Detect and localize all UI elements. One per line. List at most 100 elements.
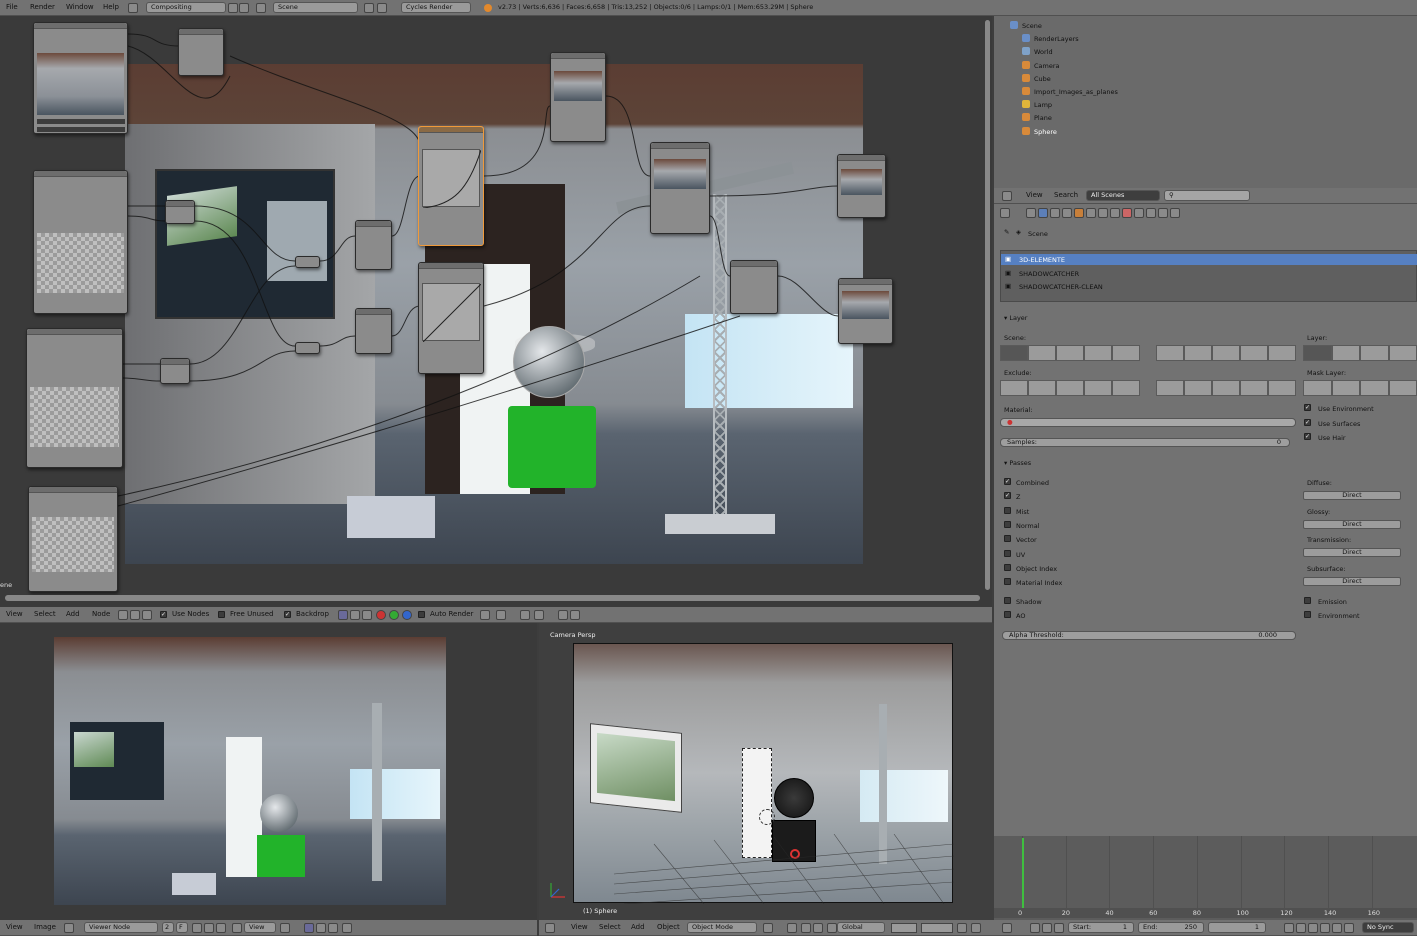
orientation-select[interactable]: Global xyxy=(837,922,885,933)
ao-checkbox[interactable] xyxy=(1004,611,1011,618)
screen-layout-select[interactable]: Compositing xyxy=(146,2,226,13)
timeline-editor-icon[interactable] xyxy=(1002,923,1012,933)
render-layer-item-shadowcatcher-clean[interactable]: ▣ SHADOWCATCHER-CLEAN xyxy=(1001,281,1417,292)
end-frame-field[interactable]: End: 250 xyxy=(1138,922,1204,933)
pass-direct-button[interactable]: Direct xyxy=(1303,519,1401,529)
render-layer-item-shadowcatcher[interactable]: ▣ SHADOWCATCHER xyxy=(1001,268,1417,279)
image-browse-icon[interactable] xyxy=(64,923,74,933)
physics-tab-icon[interactable] xyxy=(1158,208,1168,218)
manipulator-icon[interactable] xyxy=(801,923,811,933)
outliner-item[interactable]: Camera xyxy=(994,59,1417,71)
viewer-node-1[interactable] xyxy=(550,52,606,142)
compositing-nodes-icon[interactable] xyxy=(130,610,140,620)
environment-checkbox[interactable] xyxy=(1304,611,1311,618)
rgb-curves-node-2[interactable] xyxy=(418,262,484,374)
outliner-item[interactable]: Cube xyxy=(994,72,1417,84)
area-corner-icon[interactable] xyxy=(527,639,535,647)
pass-checkbox[interactable] xyxy=(1004,549,1011,557)
outliner-item[interactable]: RenderLayers xyxy=(994,32,1417,44)
outliner-item[interactable]: Import_Images_as_planes xyxy=(994,85,1417,97)
menu-help[interactable]: Help xyxy=(103,3,119,11)
copy-icon[interactable] xyxy=(496,610,506,620)
viewport-menu-object[interactable]: Object xyxy=(657,923,680,931)
play-reverse-icon[interactable] xyxy=(1308,923,1318,933)
alpha-display-icon[interactable] xyxy=(316,923,326,933)
use-hair-checkbox[interactable]: ✓ xyxy=(1304,433,1311,440)
open-image-icon[interactable] xyxy=(204,923,214,933)
world-tab-icon[interactable] xyxy=(1062,208,1072,218)
mode-select[interactable]: Object Mode xyxy=(687,922,757,933)
scene-layer-grid-2[interactable] xyxy=(1156,345,1296,361)
outliner-display-mode[interactable]: All Scenes xyxy=(1086,190,1160,201)
prev-key-icon[interactable] xyxy=(1296,923,1306,933)
outliner-item[interactable]: Lamp xyxy=(994,98,1417,110)
image-node-backplate[interactable] xyxy=(33,22,128,134)
exclude-grid-2[interactable] xyxy=(1156,380,1296,396)
pass-checkbox[interactable] xyxy=(1004,578,1011,586)
node-editor[interactable]: ene xyxy=(0,16,992,607)
translate-icon[interactable] xyxy=(813,923,823,933)
blue-channel-icon[interactable] xyxy=(402,610,412,620)
menu-file[interactable]: File xyxy=(6,3,18,11)
pass-direct-button[interactable]: Direct xyxy=(1303,491,1401,500)
outliner-item[interactable]: Sphere xyxy=(994,125,1417,137)
layer-section-header[interactable]: ▾ Layer xyxy=(1004,314,1027,322)
play-icon[interactable] xyxy=(1320,923,1330,933)
outliner-menu-view[interactable]: View xyxy=(1026,191,1043,199)
pass-checkbox[interactable] xyxy=(1004,563,1011,571)
texture-tab-icon[interactable] xyxy=(1134,208,1144,218)
outliner-item[interactable]: Scene xyxy=(994,19,1417,31)
image-menu-image[interactable]: Image xyxy=(34,923,56,931)
layer-buttons-2[interactable] xyxy=(921,923,953,933)
render-layer-list[interactable]: ▣ 3D-ELEMENTE ▣ SHADOWCATCHER ▣ SHADOWCA… xyxy=(1000,250,1417,302)
snap-icon[interactable] xyxy=(480,610,490,620)
render-layer-item-3d-elemente[interactable]: ▣ 3D-ELEMENTE xyxy=(1001,254,1417,265)
mix-node-2[interactable] xyxy=(355,308,392,354)
layer-buttons-1[interactable] xyxy=(891,923,917,933)
screen-layout-icon[interactable] xyxy=(128,3,138,13)
current-frame-indicator[interactable] xyxy=(1022,838,1024,908)
keying-icon[interactable] xyxy=(1030,923,1040,933)
render-layers-node-3[interactable] xyxy=(28,486,118,592)
alpha-icon[interactable] xyxy=(350,610,360,620)
pass-checkbox[interactable] xyxy=(1004,535,1011,543)
pivot-point-icon[interactable] xyxy=(787,923,797,933)
reroute-node-1[interactable] xyxy=(165,200,195,224)
viewport-menu-select[interactable]: Select xyxy=(599,923,621,931)
menu-window[interactable]: Window xyxy=(66,3,94,11)
render-engine-select[interactable]: Cycles Render xyxy=(401,2,471,13)
node-menu-add[interactable]: Add xyxy=(66,610,80,618)
remove-layout-icon[interactable] xyxy=(239,3,249,13)
pass-checkbox[interactable]: ✓ xyxy=(1004,492,1011,500)
scopes-icon[interactable] xyxy=(342,923,352,933)
image-menu-view[interactable]: View xyxy=(6,923,23,931)
render-layers-tab-icon[interactable] xyxy=(1038,208,1048,218)
pin-icon[interactable]: ✎ xyxy=(1004,228,1009,236)
start-frame-field[interactable]: Start: 1 xyxy=(1068,922,1134,933)
reroute-node-4[interactable] xyxy=(295,342,320,354)
new-image-icon[interactable] xyxy=(192,923,202,933)
view-select[interactable]: View xyxy=(244,922,276,933)
particles-tab-icon[interactable] xyxy=(1146,208,1156,218)
texture-nodes-icon[interactable] xyxy=(142,610,152,620)
outliner[interactable]: Scene RenderLayers World Camera Cube Import_I… xyxy=(994,16,1417,188)
viewport-menu-add[interactable]: Add xyxy=(631,923,645,931)
backdrop-checkbox[interactable]: ✓ xyxy=(284,611,291,618)
outliner-search-input[interactable]: ⚲ xyxy=(1164,190,1250,201)
object-tab-icon[interactable] xyxy=(1074,208,1084,218)
node-menu-node[interactable]: Node xyxy=(92,610,110,618)
material-tab-icon[interactable] xyxy=(1122,208,1132,218)
add-layout-icon[interactable] xyxy=(228,3,238,13)
red-channel-icon[interactable] xyxy=(376,610,386,620)
passes-section-header[interactable]: ▾ Passes xyxy=(1004,459,1031,467)
jump-start-icon[interactable] xyxy=(1284,923,1294,933)
rotate-icon[interactable] xyxy=(827,923,837,933)
display-channel-icon[interactable] xyxy=(304,923,314,933)
horizontal-scrollbar[interactable] xyxy=(5,595,980,601)
marker-icon[interactable] xyxy=(1054,923,1064,933)
timeline[interactable]: 0 20 40 60 80 100 120 140 160 xyxy=(994,836,1417,920)
layers-icon[interactable] xyxy=(570,610,580,620)
use-nodes-checkbox[interactable]: ✓ xyxy=(160,611,167,618)
alpha-threshold-field[interactable]: Alpha Threshold: 0.000 xyxy=(1002,631,1296,640)
zoom-icon[interactable] xyxy=(520,610,530,620)
